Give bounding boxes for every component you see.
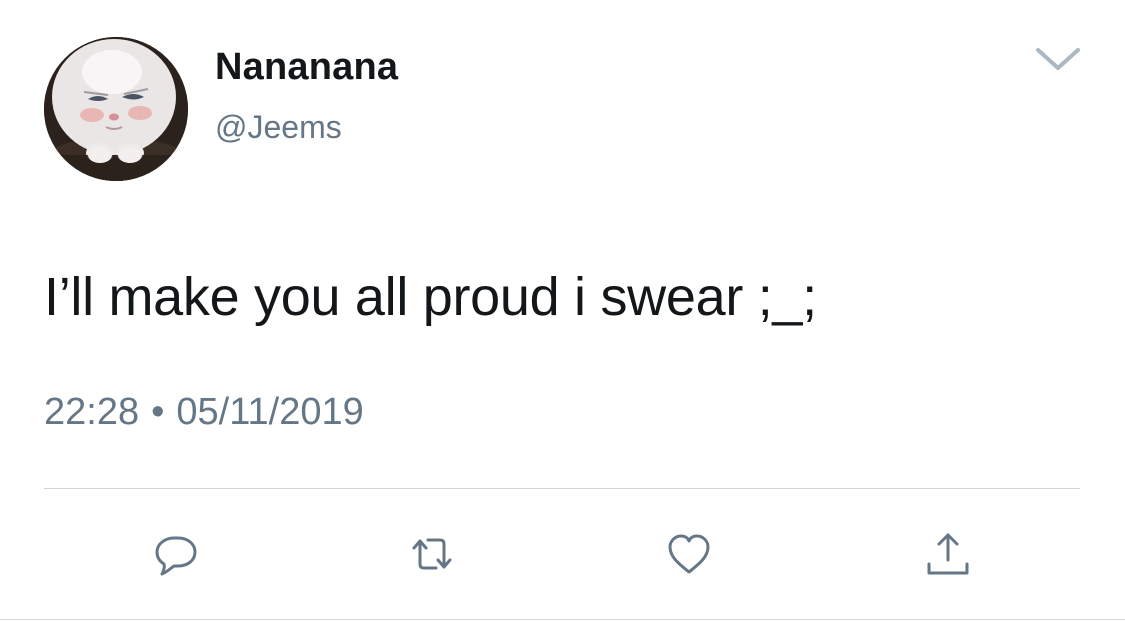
retweet-button[interactable] bbox=[408, 530, 456, 578]
avatar[interactable] bbox=[44, 37, 188, 181]
share-button[interactable] bbox=[924, 530, 972, 578]
separator-dot: • bbox=[151, 391, 165, 433]
bottom-divider bbox=[0, 619, 1125, 620]
retweet-icon bbox=[412, 538, 452, 570]
like-button[interactable] bbox=[665, 530, 713, 578]
tweet-card: Nananana @Jeems I’ll make you all proud … bbox=[0, 0, 1125, 622]
tweet-time: 22:28 bbox=[44, 391, 140, 433]
heart-icon bbox=[668, 534, 710, 574]
user-handle[interactable]: @Jeems bbox=[215, 109, 342, 146]
tweet-date: 05/11/2019 bbox=[176, 391, 364, 433]
display-name[interactable]: Nananana bbox=[215, 46, 398, 89]
reply-icon bbox=[155, 536, 197, 576]
tweet-timestamp[interactable]: 22:28 • 05/11/2019 bbox=[44, 391, 364, 434]
chevron-down-icon[interactable] bbox=[1030, 40, 1086, 80]
reply-button[interactable] bbox=[152, 530, 200, 578]
share-icon bbox=[927, 533, 969, 575]
divider bbox=[44, 488, 1080, 489]
tweet-text: I’ll make you all proud i swear ;_; bbox=[44, 267, 817, 327]
